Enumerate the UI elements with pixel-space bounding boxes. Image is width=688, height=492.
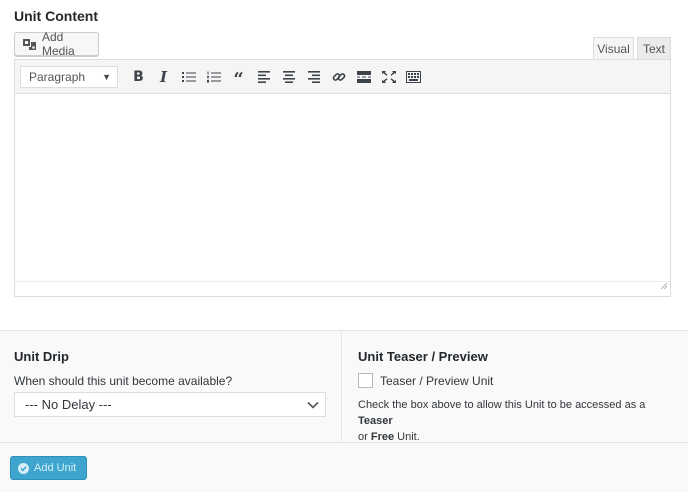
tab-visual[interactable]: Visual [593,37,634,59]
toolbar-toggle-button[interactable] [401,64,426,89]
content-editor: Paragraph ▼ B I “ [14,59,671,297]
read-more-button[interactable] [351,64,376,89]
bulleted-list-icon [181,71,196,82]
unit-content-title: Unit Content [14,8,98,24]
teaser-help-middle: or [358,431,371,443]
link-icon [332,72,345,81]
align-right-icon [307,70,320,83]
teaser-checkbox-label[interactable]: Teaser / Preview Unit [380,374,493,388]
teaser-help-teaser: Teaser [358,415,393,427]
format-select-value: Paragraph [29,69,86,84]
teaser-checkbox[interactable] [358,373,373,388]
chevron-down-icon: ▼ [102,71,111,82]
unit-drip-question: When should this unit become available? [14,374,233,388]
fullscreen-icon [381,70,396,83]
bold-button[interactable]: B [126,64,151,89]
drip-delay-select[interactable]: --- No Delay --- [14,392,326,417]
numbered-list-icon [206,71,221,82]
align-left-button[interactable] [251,64,276,89]
check-circle-icon [18,462,29,474]
numbered-list-button[interactable] [201,64,226,89]
align-center-button[interactable] [276,64,301,89]
tab-text[interactable]: Text [637,37,671,59]
add-unit-label: Add Unit [34,462,77,474]
insert-link-button[interactable] [326,64,351,89]
blockquote-button[interactable]: “ [226,64,251,90]
keyboard-icon [406,70,421,83]
add-media-button[interactable]: Add Media [14,30,99,58]
unit-drip-title: Unit Drip [14,349,69,364]
italic-button[interactable]: I [151,64,176,89]
teaser-help-prefix: Check the box above to allow this Unit t… [358,399,646,411]
chevron-down-icon [307,397,319,412]
media-icon [22,37,37,52]
format-select[interactable]: Paragraph ▼ [20,65,118,88]
teaser-help-text: Check the box above to allow this Unit t… [358,397,678,445]
drip-delay-value: --- No Delay --- [25,397,112,412]
align-right-button[interactable] [301,64,326,89]
teaser-help-free: Free [370,431,395,443]
footer-bar [0,443,688,492]
editor-body[interactable] [15,94,670,282]
fullscreen-button[interactable] [376,64,401,89]
read-more-icon [356,70,371,83]
align-center-icon [282,70,295,83]
teaser-help-suffix: Unit. [394,431,420,443]
editor-toolbar: Paragraph ▼ B I “ [15,60,670,94]
add-media-label: Add Media [42,30,75,58]
resize-handle-icon[interactable] [660,277,668,295]
unit-teaser-title: Unit Teaser / Preview [358,349,488,364]
add-unit-button[interactable]: Add Unit [10,456,87,480]
bulleted-list-button[interactable] [176,64,201,89]
editor-status-bar [15,282,670,296]
align-left-icon [257,70,270,83]
